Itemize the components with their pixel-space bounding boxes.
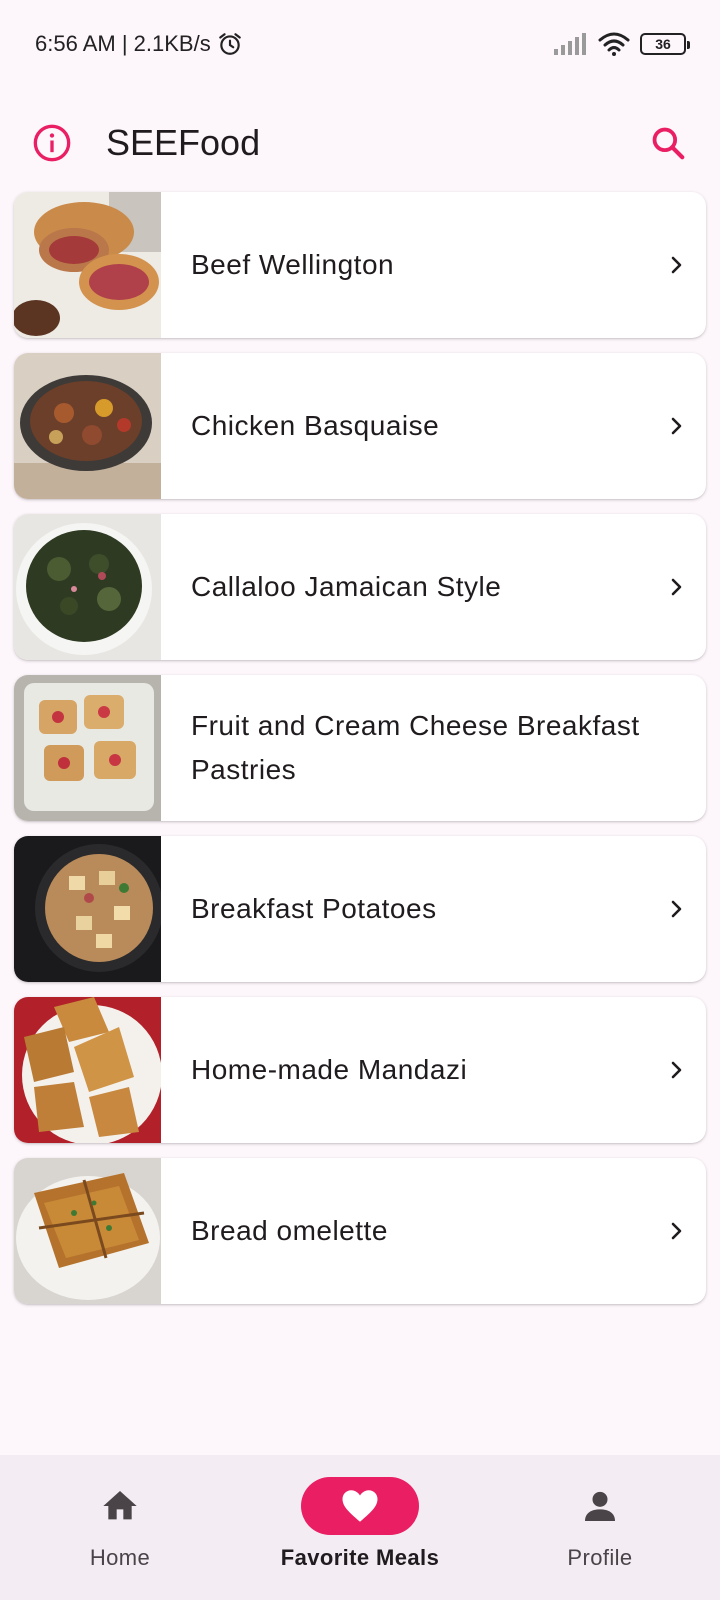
- status-right: 36: [554, 32, 690, 56]
- chevron-right-icon: [656, 889, 696, 929]
- info-icon: [33, 124, 71, 162]
- person-icon: [585, 1491, 615, 1521]
- home-icon: [103, 1491, 137, 1520]
- nav-item-favorite-meals[interactable]: Favorite Meals: [260, 1477, 460, 1571]
- meal-thumbnail: [14, 1158, 161, 1304]
- meal-thumbnail: [14, 997, 161, 1143]
- chevron-right-icon: [656, 406, 696, 446]
- page-title: SEEFood: [106, 122, 261, 163]
- app-bar: SEEFood: [0, 88, 720, 198]
- chevron-right-icon: [656, 567, 696, 607]
- meal-thumbnail: [14, 353, 161, 499]
- nav-item-home[interactable]: Home: [20, 1477, 220, 1571]
- meal-name: Fruit and Cream Cheese Breakfast Pastrie…: [191, 710, 640, 785]
- heart-icon: [342, 1490, 378, 1522]
- status-time: 6:56 AM | 2.1KB/s: [35, 31, 211, 56]
- meal-thumbnail: [14, 192, 161, 338]
- nav-label: Favorite Meals: [280, 1545, 440, 1570]
- meal-name: Callaloo Jamaican Style: [191, 571, 502, 602]
- status-left: 6:56 AM | 2.1KB/s: [35, 31, 243, 57]
- nav-label: Profile: [567, 1545, 633, 1570]
- battery-icon: 36: [640, 33, 690, 55]
- meal-item-breakfast-potatoes[interactable]: Breakfast Potatoes: [14, 836, 706, 982]
- nav-icon-container: [301, 1477, 419, 1535]
- bottom-navigation: Home Favorite Meals Profile: [0, 1455, 720, 1600]
- meal-thumbnail: [14, 675, 161, 821]
- search-button[interactable]: [646, 121, 690, 165]
- info-button[interactable]: [30, 121, 74, 165]
- chevron-right-icon: [656, 1050, 696, 1090]
- meal-item-home-made-mandazi[interactable]: Home-made Mandazi: [14, 997, 706, 1143]
- nav-item-profile[interactable]: Profile: [500, 1477, 700, 1571]
- meal-item-beef-wellington[interactable]: Beef Wellington: [14, 192, 706, 338]
- search-icon: [652, 127, 685, 160]
- meal-item-bread-omelette[interactable]: Bread omelette: [14, 1158, 706, 1304]
- meal-name: Home-made Mandazi: [191, 1054, 468, 1085]
- meal-thumbnail: [14, 514, 161, 660]
- nav-icon-container: [541, 1477, 659, 1535]
- signal-icon: [554, 33, 586, 55]
- meal-name: Bread omelette: [191, 1215, 388, 1246]
- alarm-icon: [218, 33, 241, 55]
- chevron-right-icon: [656, 245, 696, 285]
- meal-item-fruit-and-cream-cheese-breakfast-pastries[interactable]: Fruit and Cream Cheese Breakfast Pastrie…: [14, 675, 706, 821]
- wifi-icon: [598, 32, 630, 56]
- meal-item-callaloo-jamaican-style[interactable]: Callaloo Jamaican Style: [14, 514, 706, 660]
- meal-item-chicken-basquaise[interactable]: Chicken Basquaise: [14, 353, 706, 499]
- battery-level: 36: [655, 36, 671, 52]
- meal-thumbnail: [14, 836, 161, 982]
- nav-icon-container: [61, 1477, 179, 1535]
- meal-name: Beef Wellington: [191, 249, 395, 280]
- nav-label: Home: [89, 1545, 151, 1570]
- status-bar: 6:56 AM | 2.1KB/s 36: [0, 0, 720, 88]
- meal-name: Breakfast Potatoes: [191, 893, 437, 924]
- favorite-meals-list: Beef Wellington Chicken Basquaise Callal…: [14, 192, 706, 1304]
- chevron-right-icon: [656, 1211, 696, 1251]
- meal-name: Chicken Basquaise: [191, 410, 440, 441]
